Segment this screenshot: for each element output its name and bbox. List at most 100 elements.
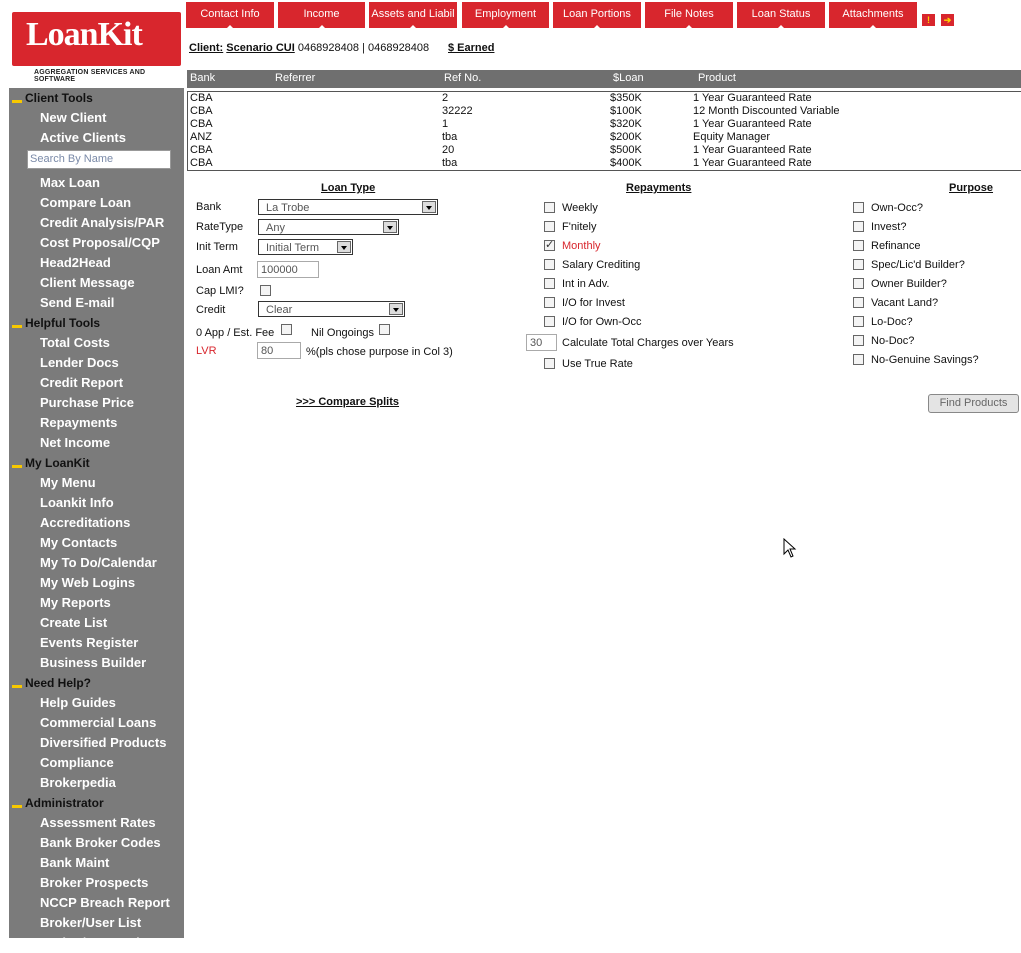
find-products-button[interactable]: Find Products [928, 394, 1019, 413]
lvr-input[interactable]: 80 [257, 342, 301, 359]
sidebar-item-bank-broker-codes[interactable]: Bank Broker Codes [9, 833, 184, 853]
sidebar-item-purchase-price[interactable]: Purchase Price [9, 393, 184, 413]
sidebar-item-my-todo-calendar[interactable]: My To Do/Calendar [9, 553, 184, 573]
sidebar-item-head2head[interactable]: Head2Head [9, 253, 184, 273]
sidebar-item-credit-analysis[interactable]: Credit Analysis/PAR [9, 213, 184, 233]
tab-income[interactable]: Income [278, 2, 365, 30]
io-invest-checkbox[interactable] [544, 297, 555, 308]
purpose-lodoc-checkbox[interactable] [853, 316, 864, 327]
nilongoing-checkbox[interactable] [379, 324, 390, 335]
sidebar-item-accreditations[interactable]: Accreditations [9, 513, 184, 533]
sidebar-item-diversified-products[interactable]: Diversified Products [9, 733, 184, 753]
sidebar-item-new-client[interactable]: New Client [9, 108, 184, 128]
sidebar-item-create-list[interactable]: Create List [9, 613, 184, 633]
sidebar-item-compliance[interactable]: Compliance [9, 753, 184, 773]
monthly-checkbox[interactable] [544, 238, 555, 251]
tab-attachments[interactable]: Attachments [829, 2, 917, 30]
sidebar-item-send-email[interactable]: Send E-mail [9, 293, 184, 313]
table-row[interactable]: CBA tba $400K 1 Year Guaranteed Rate [188, 157, 1021, 170]
initterm-select-value: Initial Term [266, 242, 319, 254]
sidebar-item-broker-prospects[interactable]: Broker Prospects [9, 873, 184, 893]
tab-loan-status[interactable]: Loan Status [737, 2, 825, 30]
sidebar-item-nccp-breach-report[interactable]: NCCP Breach Report [9, 893, 184, 913]
sidebar-item-events-register[interactable]: Events Register [9, 633, 184, 653]
tab-file-notes[interactable]: File Notes [645, 2, 733, 30]
tab-employment[interactable]: Employment [462, 2, 549, 30]
fortnightly-checkbox[interactable] [544, 221, 555, 232]
purpose-spec-builder-checkbox[interactable] [853, 259, 864, 270]
salary-crediting-checkbox[interactable] [544, 259, 555, 270]
sidebar-item-repayments[interactable]: Repayments [9, 413, 184, 433]
int-in-adv-checkbox[interactable] [544, 278, 555, 289]
sidebar-item-loankit-info[interactable]: Loankit Info [9, 493, 184, 513]
sidebar-item-my-reports[interactable]: My Reports [9, 593, 184, 613]
table-row[interactable]: ANZ tba $200K Equity Manager [188, 131, 1021, 144]
purpose-nodoc-checkbox[interactable] [853, 335, 864, 346]
cell-loan: $100K [610, 105, 642, 117]
loankit-logo[interactable]: LoanKit AGGREGATION SERVICES AND SOFTWAR… [12, 8, 182, 83]
sidebar-item-my-web-logins[interactable]: My Web Logins [9, 573, 184, 593]
truerate-checkbox[interactable] [544, 358, 555, 369]
sidebar-item-net-income[interactable]: Net Income [9, 433, 184, 453]
cell-loan: $200K [610, 131, 642, 143]
sidebar-item-broker-user-list[interactable]: Broker/User List [9, 913, 184, 933]
earned-link[interactable]: $ Earned [448, 42, 494, 54]
bank-select[interactable]: La Trobe [258, 199, 438, 215]
purpose-no-genuine-savings-checkbox[interactable] [853, 354, 864, 365]
sidebar-item-active-clients[interactable]: Active Clients [9, 128, 184, 148]
info-icon[interactable]: ! [922, 14, 935, 26]
sidebar-item-bank-maint[interactable]: Bank Maint [9, 853, 184, 873]
section-title: Administrator [25, 796, 104, 810]
section-title: Need Help? [25, 676, 92, 690]
logout-arrow-icon[interactable]: ➔ [941, 14, 954, 26]
credit-select-value: Clear [266, 304, 293, 316]
cell-product: 1 Year Guaranteed Rate [693, 157, 812, 169]
sidebar-item-my-menu[interactable]: My Menu [9, 473, 184, 493]
table-row[interactable]: CBA 2 $350K 1 Year Guaranteed Rate [188, 92, 1021, 105]
sidebar-item-my-contacts[interactable]: My Contacts [9, 533, 184, 553]
purpose-ownocc-checkbox[interactable] [853, 202, 864, 213]
weekly-checkbox[interactable] [544, 202, 555, 213]
truerate-label: Use True Rate [562, 358, 633, 370]
sidebar-item-cost-proposal[interactable]: Cost Proposal/CQP [9, 233, 184, 253]
credit-select[interactable]: Clear [258, 301, 405, 317]
table-row[interactable]: CBA 20 $500K 1 Year Guaranteed Rate [188, 144, 1021, 157]
sidebar-item-business-builder[interactable]: Business Builder [9, 653, 184, 673]
client-name[interactable]: Scenario CUI [226, 42, 294, 54]
sidebar-item-credit-report[interactable]: Credit Report [9, 373, 184, 393]
sidebar-item-compare-loan[interactable]: Compare Loan [9, 193, 184, 213]
sidebar-item-broker-user-maint[interactable]: Broker/User Maint [9, 933, 184, 953]
sidebar-item-client-message[interactable]: Client Message [9, 273, 184, 293]
purpose-owner-builder-checkbox[interactable] [853, 278, 864, 289]
purpose-invest-label: Invest? [871, 221, 907, 233]
purpose-no-genuine-savings-label: No-Genuine Savings? [871, 354, 979, 366]
sidebar-item-lender-docs[interactable]: Lender Docs [9, 353, 184, 373]
io-ownocc-checkbox[interactable] [544, 316, 555, 327]
loanamt-input[interactable]: 100000 [257, 261, 319, 278]
tab-contact-info[interactable]: Contact Info [186, 2, 274, 30]
years-input[interactable]: 30 [526, 334, 557, 351]
initterm-select[interactable]: Initial Term [258, 239, 353, 255]
tab-assets-liabilities[interactable]: Assets and Liabil [369, 2, 457, 30]
purpose-refinance-checkbox[interactable] [853, 240, 864, 251]
sidebar-item-brokerpedia[interactable]: Brokerpedia [9, 773, 184, 793]
purpose-invest-checkbox[interactable] [853, 221, 864, 232]
cell-product: 1 Year Guaranteed Rate [693, 144, 812, 156]
loans-table-body[interactable]: CBA 2 $350K 1 Year Guaranteed Rate CBA 32222… [187, 91, 1021, 171]
caplmi-checkbox[interactable] [260, 285, 271, 296]
table-row[interactable]: CBA 32222 $100K 12 Month Discounted Variabl… [188, 105, 1021, 118]
table-row[interactable]: CBA 1 $320K 1 Year Guaranteed Rate [188, 118, 1021, 131]
sidebar-item-assessment-rates[interactable]: Assessment Rates [9, 813, 184, 833]
sidebar-item-total-costs[interactable]: Total Costs [9, 333, 184, 353]
sidebar-item-help-guides[interactable]: Help Guides [9, 693, 184, 713]
purpose-vacant-land-checkbox[interactable] [853, 297, 864, 308]
sidebar-item-max-loan[interactable]: Max Loan [9, 173, 184, 193]
search-input[interactable]: Search By Name [27, 150, 171, 169]
sidebar-item-commercial-loans[interactable]: Commercial Loans [9, 713, 184, 733]
purpose-lodoc-label: Lo-Doc? [871, 316, 913, 328]
compare-splits-link[interactable]: >>> Compare Splits [296, 396, 399, 408]
appfee-checkbox[interactable] [281, 324, 292, 335]
tab-loan-portions[interactable]: Loan Portions [553, 2, 641, 30]
ratetype-select[interactable]: Any [258, 219, 399, 235]
cell-ref-no: tba [442, 157, 458, 169]
